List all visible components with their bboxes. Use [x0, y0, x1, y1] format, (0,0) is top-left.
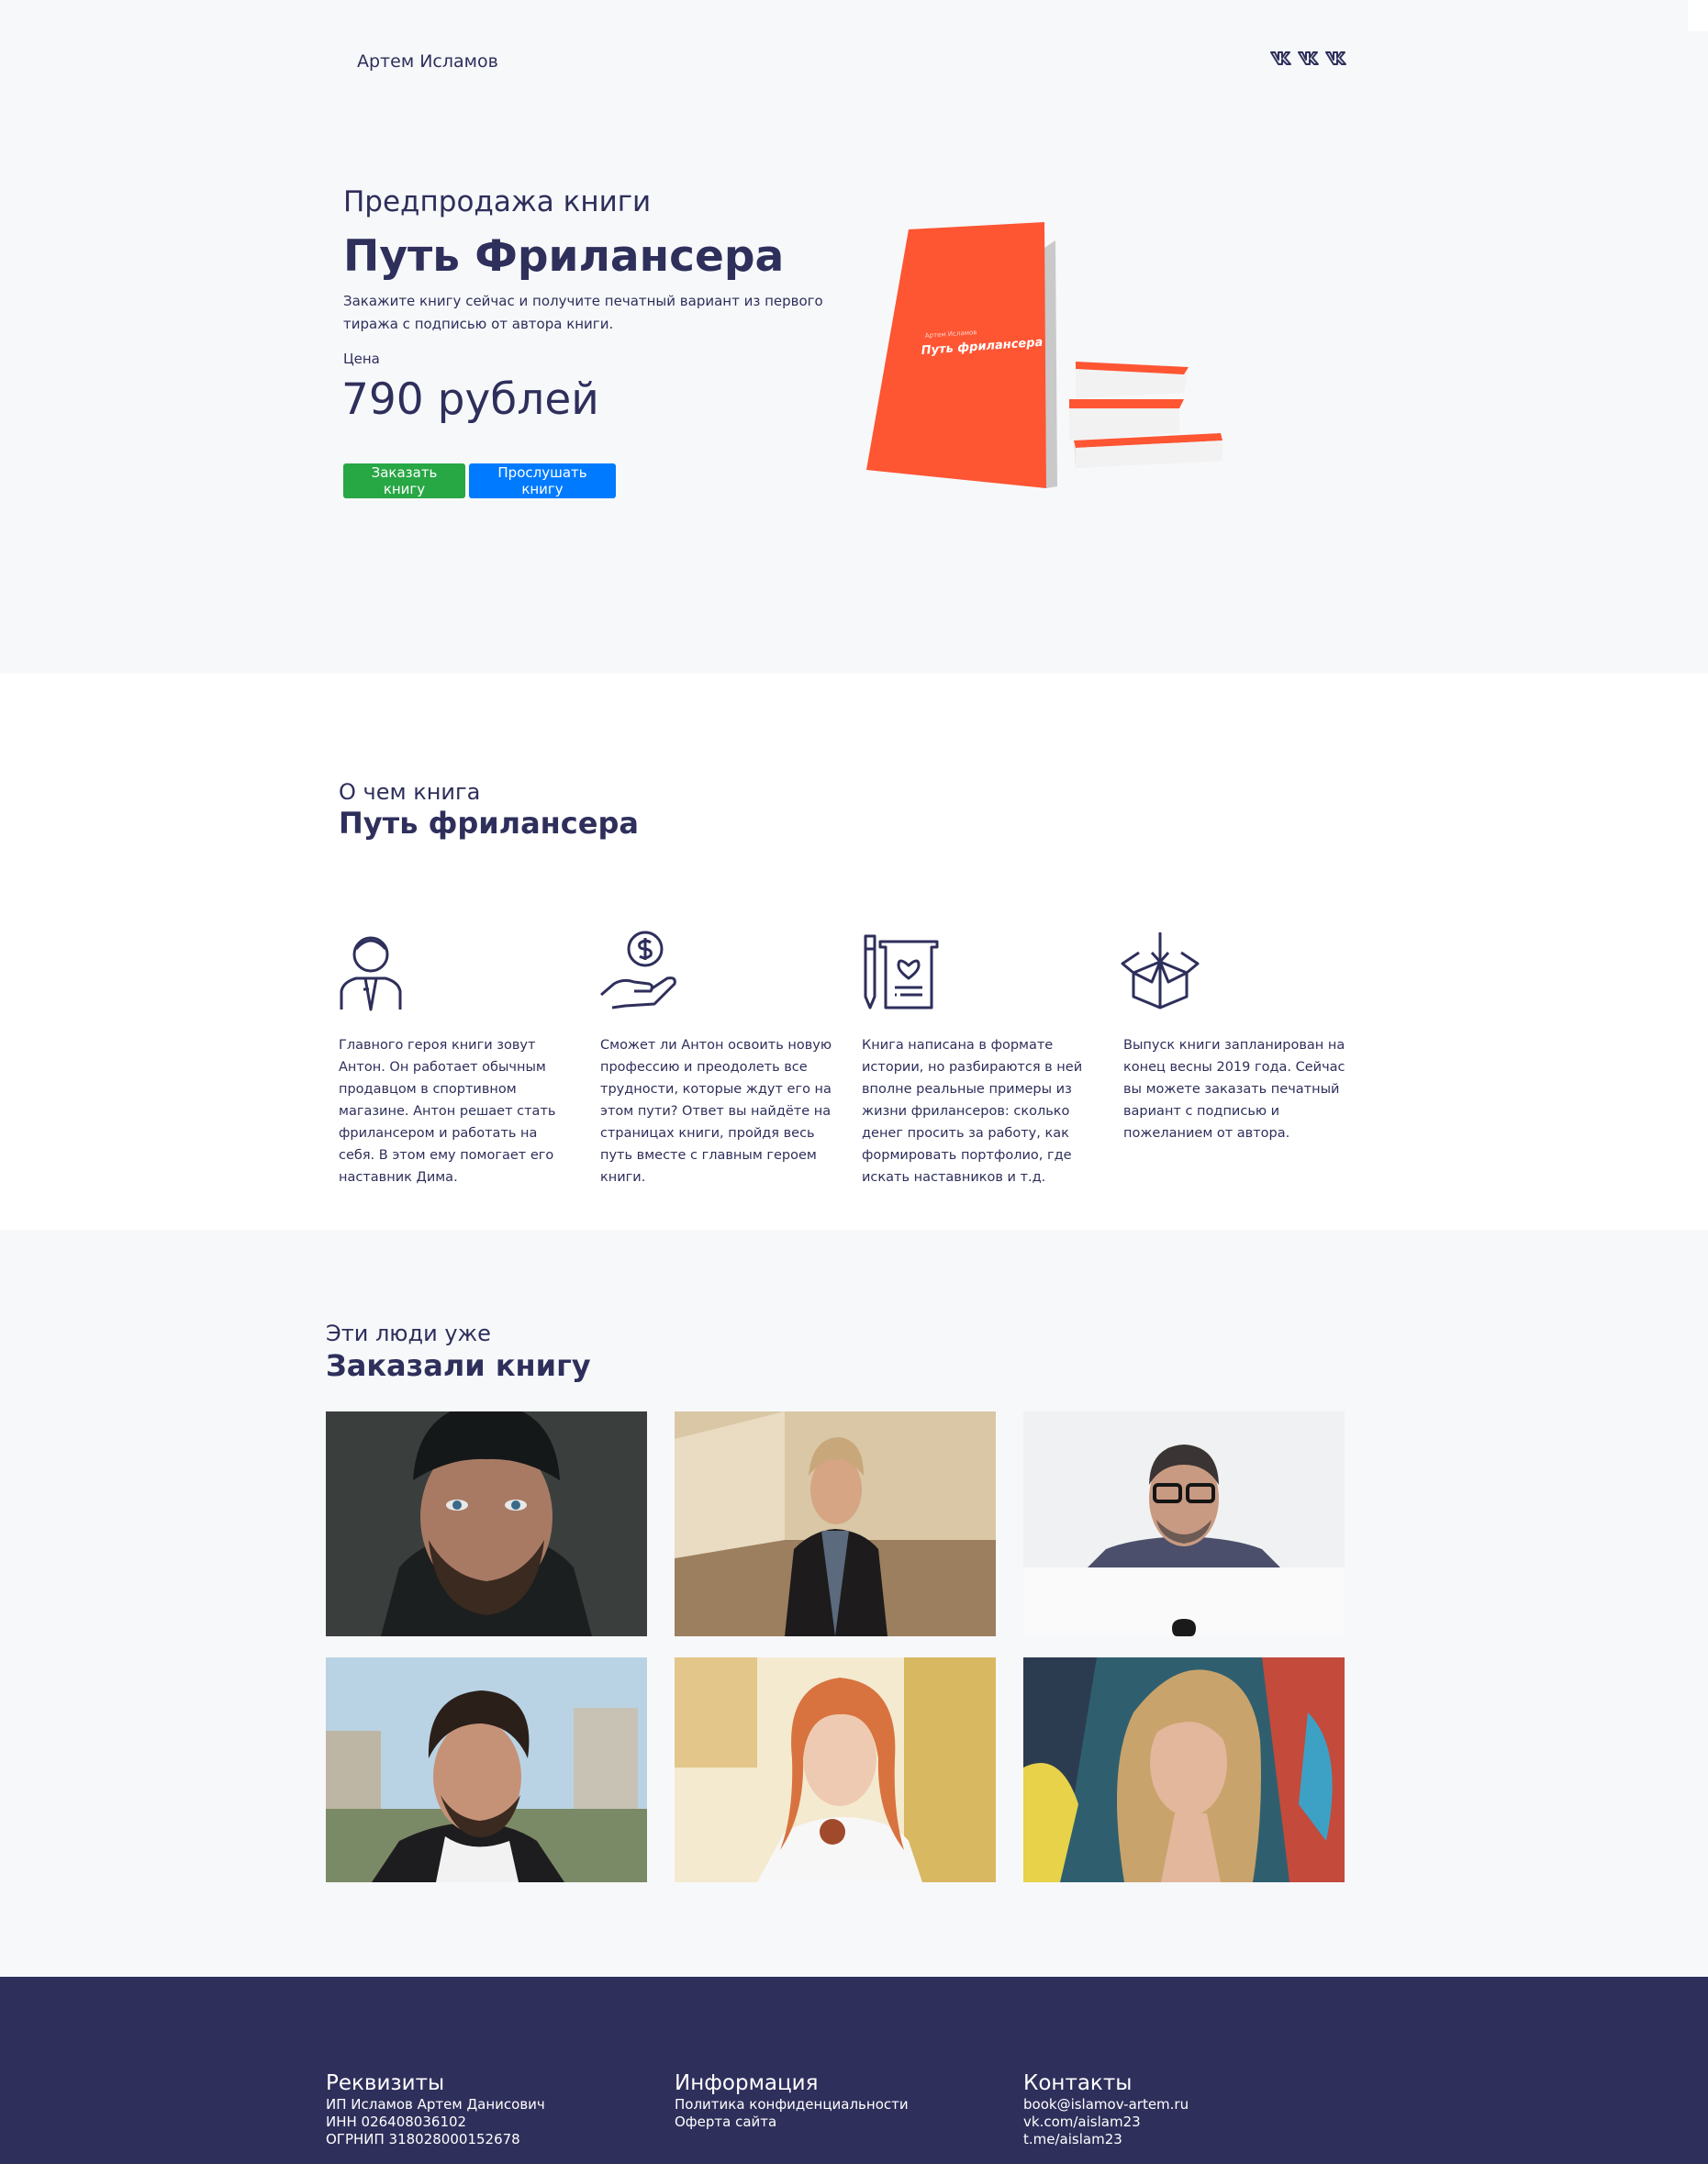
book-spine: [1044, 240, 1057, 488]
hero-section: [0, 0, 1708, 674]
customer-photo: [1023, 1657, 1345, 1882]
book-illustration: Артем Исламов Путь фрилансера: [866, 222, 1222, 488]
feature-text: Сможет ли Антон освоить новую профессию …: [600, 1038, 832, 1185]
customer-photo: [1023, 1411, 1345, 1636]
footer-requisites: Реквизиты ИП Исламов Артем Данисович ИНН…: [326, 2070, 545, 2148]
about-subtitle: О чем книга: [339, 779, 481, 805]
about-title: Путь фрилансера: [339, 806, 639, 841]
people-title: Заказали книгу: [326, 1348, 591, 1383]
telegram-link[interactable]: t.me/aislam23: [1023, 2131, 1189, 2148]
privacy-policy-link[interactable]: Политика конфиденциальности: [675, 2096, 909, 2114]
price-value: 790 рублей: [341, 374, 599, 425]
person-with-tie-icon: [340, 936, 402, 1011]
order-book-button[interactable]: Заказать книгу: [343, 463, 465, 498]
feature-text: Главного героя книги зовут Антон. Он раб…: [339, 1038, 556, 1185]
hero-description: Закажите книгу сейчас и получите печатны…: [343, 293, 823, 332]
customer-photo: [326, 1411, 647, 1636]
pen-and-scroll-icon: [864, 934, 939, 1009]
about-section: [0, 674, 1708, 1230]
hero-subtitle: Предпродажа книги: [343, 185, 652, 218]
listen-book-button[interactable]: Прослушать книгу: [469, 463, 616, 498]
social-links: [1270, 50, 1349, 66]
feature-text: Выпуск книги запланирован на конец весны…: [1123, 1038, 1345, 1141]
vk-icon[interactable]: [1325, 50, 1349, 66]
requisite-inn: ИНН 026408036102: [326, 2114, 467, 2130]
corner-block: [1688, 0, 1708, 31]
people-subtitle: Эти люди уже: [326, 1321, 491, 1346]
offer-link[interactable]: Оферта сайта: [675, 2114, 909, 2131]
feature-text: Книга написана в формате истории, но раз…: [862, 1038, 1083, 1185]
hero-title: Путь Фрилансера: [343, 231, 785, 282]
email-link[interactable]: book@islamov-artem.ru: [1023, 2096, 1189, 2114]
footer-contacts-title: Контакты: [1023, 2071, 1133, 2095]
customer-photo: [675, 1411, 996, 1636]
book-stack: [1069, 362, 1222, 468]
customer-photo: [675, 1657, 996, 1882]
open-box-icon: [1121, 932, 1200, 1009]
vk-icon[interactable]: [1298, 50, 1322, 66]
vk-icon[interactable]: [1270, 50, 1294, 66]
hand-with-coin-icon: [600, 931, 676, 1009]
price-label: Цена: [343, 351, 380, 367]
footer-info: Информация Политика конфиденциальности О…: [675, 2070, 909, 2131]
footer-requisites-title: Реквизиты: [326, 2071, 445, 2095]
requisite-name: ИП Исламов Артем Данисович: [326, 2096, 545, 2113]
requisite-ogrnip: ОГРНИП 318028000152678: [326, 2131, 520, 2147]
vk-link[interactable]: vk.com/aislam23: [1023, 2114, 1189, 2131]
footer-contacts: Контакты book@islamov-artem.ru vk.com/ai…: [1023, 2070, 1189, 2148]
customer-photo: [326, 1657, 647, 1882]
author-name[interactable]: Артем Исламов: [357, 51, 498, 72]
footer-info-title: Информация: [675, 2071, 819, 2095]
